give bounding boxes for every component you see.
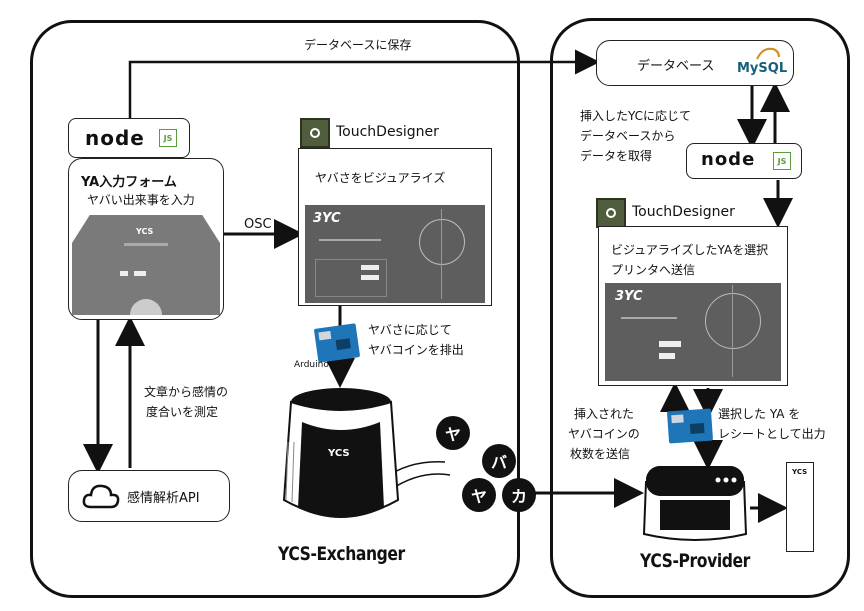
td-screen-axis: [441, 209, 442, 299]
provider-td-screen: 3YC: [605, 283, 781, 381]
td-screen-big-number: 3YC: [313, 211, 341, 226]
ycs-exchanger-machine: [282, 388, 400, 518]
provider-td-screen-bar: [621, 317, 677, 319]
provider-caption-1: 挿入したYCに応じて: [580, 109, 692, 123]
provider-caption-2: データベースから: [580, 129, 676, 143]
touchdesigner-label: TouchDesigner: [336, 124, 439, 140]
cloud-icon: [82, 484, 120, 509]
provider-td-screen-input-2: [659, 353, 675, 359]
provider-node-logo-box: node JS: [686, 143, 802, 179]
mysql-dolphin-icon: [756, 47, 780, 60]
ya-form-title: YA入力フォーム: [81, 175, 177, 190]
provider-td-caption-2: プリンタへ送信: [611, 263, 696, 277]
ycs-exchanger-screen-label: YCS: [328, 448, 350, 459]
provider-td-screen-big-number: 3YC: [615, 289, 643, 304]
td-visualize-caption: ヤバさをビジュアライズ: [315, 171, 446, 185]
printer-caption-2: レシートとして出力: [718, 427, 826, 441]
provider-td-screen-input-1: [659, 341, 681, 347]
ya-form-field-1[interactable]: [120, 271, 128, 276]
yaba-coin-4: カ: [502, 478, 536, 512]
td-screen-input-2: [361, 275, 379, 280]
ya-form-subtitle: ヤバい出来事を入力: [87, 193, 195, 207]
ya-form-screen: YCS: [72, 215, 220, 315]
mysql-logo: MySQL: [737, 61, 788, 76]
yaba-coin-2: バ: [482, 444, 516, 478]
td-screen-sphere: [419, 219, 465, 265]
save-to-db-label: データベースに保存: [304, 38, 412, 52]
provider-node-logo: node: [701, 149, 756, 170]
arduino-caption-2: ヤバコインを排出: [368, 343, 464, 357]
arduino-label: Arduino: [294, 360, 329, 370]
save-to-db-arrow: [128, 49, 600, 118]
coins-caption-1: 挿入された: [574, 407, 635, 421]
td-screen-bar: [319, 239, 381, 241]
coins-caption-3: 枚数を送信: [570, 447, 631, 461]
ya-form-text-line: [124, 243, 168, 246]
yaba-coin-1: ヤ: [436, 416, 470, 450]
arduino-board: [313, 323, 361, 363]
provider-td-screen-axis: [732, 285, 733, 377]
provider-td-screen-sphere: [705, 293, 761, 349]
database-box: データベース MySQL: [596, 40, 794, 86]
node-logo: node: [85, 126, 145, 150]
sentiment-api-box: 感情解析API: [68, 470, 230, 522]
sentiment-caption-2: 度合いを測定: [146, 405, 219, 419]
ycs-exchanger-title: YCS-Exchanger: [278, 543, 405, 565]
provider-node-js-badge: JS: [773, 152, 791, 170]
provider-arduino-board: [666, 408, 714, 444]
arduino-caption-1: ヤバさに応じて: [368, 323, 452, 337]
node-js-badge: JS: [159, 129, 177, 147]
sentiment-api-label: 感情解析API: [127, 491, 200, 506]
ycs-provider-machine: [642, 466, 748, 541]
yaba-coin-3: ヤ: [462, 478, 496, 512]
ya-form-screen-title: YCS: [136, 227, 154, 236]
ya-form-field-2[interactable]: [134, 271, 146, 276]
sentiment-caption-1: 文章から感情の: [144, 385, 229, 399]
receipt-label: YCS: [792, 468, 808, 476]
ycs-provider-title: YCS-Provider: [640, 550, 750, 572]
provider-touchdesigner-icon: [596, 198, 626, 228]
printer-caption-1: 選択した YA を: [718, 407, 801, 421]
td-visualize-screen: 3YC: [305, 205, 485, 303]
td-visualize-box: ヤバさをビジュアライズ 3YC: [298, 148, 492, 306]
database-label: データベース: [637, 59, 715, 74]
osc-label: OSC: [244, 217, 272, 232]
touchdesigner-icon: [300, 118, 330, 148]
node-logo-box: node JS: [68, 118, 190, 158]
coins-caption-2: ヤバコインの: [568, 427, 640, 441]
ya-form-submit-button[interactable]: [130, 299, 162, 315]
ya-form-card: YA入力フォーム ヤバい出来事を入力 YCS: [68, 158, 224, 320]
td-screen-input-1: [361, 265, 379, 270]
receipt: YCS: [786, 462, 814, 552]
provider-touchdesigner-label: TouchDesigner: [632, 204, 735, 220]
provider-caption-3: データを取得: [580, 149, 653, 163]
provider-td-box: ビジュアライズしたYAを選択 プリンタへ送信 3YC: [598, 226, 788, 386]
provider-td-caption-1: ビジュアライズしたYAを選択: [611, 243, 769, 257]
